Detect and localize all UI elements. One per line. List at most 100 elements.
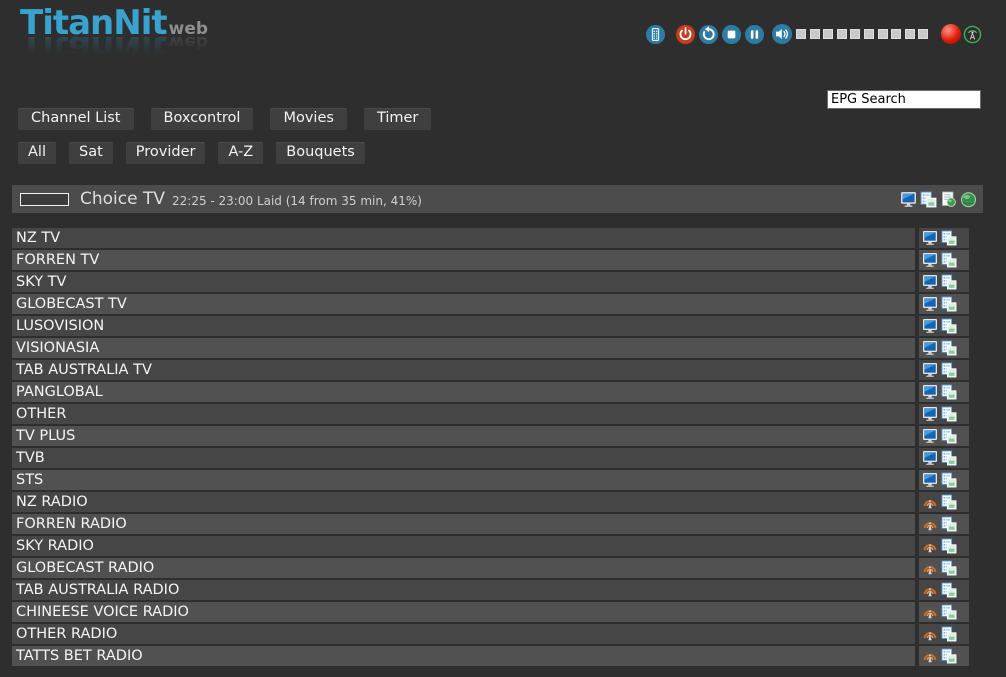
channel-bar[interactable]: NZ RADIO [12,492,915,512]
web-globe-icon[interactable] [960,191,977,208]
playlist-icon[interactable] [941,604,957,620]
tv-icon[interactable] [922,384,938,400]
channel-actions [919,448,969,468]
nav-channel-list[interactable]: Channel List [18,108,134,130]
radio-icon[interactable] [922,516,938,532]
channel-bar[interactable]: TV PLUS [12,426,915,446]
channel-bar[interactable]: STS [12,470,915,490]
radio-icon[interactable] [922,494,938,510]
volume-segment[interactable] [918,29,928,39]
remote-control-icon[interactable] [645,24,666,45]
channel-bar[interactable]: TAB AUSTRALIA TV [12,360,915,380]
playlist-icon[interactable] [920,191,937,208]
tv-icon[interactable] [922,340,938,356]
playlist-icon[interactable] [941,318,957,334]
playlist-icon[interactable] [941,362,957,378]
channel-bar[interactable]: PANGLOBAL [12,382,915,402]
tv-icon[interactable] [922,274,938,290]
epg-doc-icon[interactable] [940,191,957,208]
radio-icon[interactable] [922,648,938,664]
channel-row: PANGLOBAL [12,382,969,402]
playlist-icon[interactable] [941,230,957,246]
tv-icon[interactable] [922,230,938,246]
tv-icon[interactable] [922,252,938,268]
filter-bouquets[interactable]: Bouquets [276,142,365,164]
volume-segment[interactable] [796,29,806,39]
channel-bar[interactable]: TATTS BET RADIO [12,646,915,666]
tv-icon[interactable] [922,406,938,422]
playlist-icon[interactable] [941,648,957,664]
radio-icon[interactable] [922,582,938,598]
channel-bar[interactable]: GLOBECAST TV [12,294,915,314]
volume-segment[interactable] [850,29,860,39]
playlist-icon[interactable] [941,582,957,598]
playlist-icon[interactable] [941,340,957,356]
volume-segment[interactable] [891,29,901,39]
filter-sat[interactable]: Sat [69,142,113,164]
filter-a-z[interactable]: A-Z [218,142,263,164]
channel-bar[interactable]: VISIONASIA [12,338,915,358]
playlist-icon[interactable] [941,252,957,268]
playlist-icon[interactable] [941,450,957,466]
epg-search-input[interactable] [827,90,981,109]
radio-icon[interactable] [922,604,938,620]
tv-icon[interactable] [922,318,938,334]
channel-name: FORREN TV [12,252,99,268]
volume-mute-icon[interactable] [771,23,793,45]
stop-icon[interactable] [721,24,742,45]
playlist-icon[interactable] [941,406,957,422]
tv-icon[interactable] [922,362,938,378]
channel-name: GLOBECAST TV [12,296,127,312]
channel-row: NZ RADIO [12,492,969,512]
channel-bar[interactable]: CHINEESE VOICE RADIO [12,602,915,622]
tv-icon[interactable] [922,472,938,488]
tv-icon[interactable] [922,428,938,444]
playlist-icon[interactable] [941,472,957,488]
volume-level-bar[interactable] [796,29,928,39]
channel-bar[interactable]: SKY RADIO [12,536,915,556]
radio-icon[interactable] [922,538,938,554]
channel-name: TATTS BET RADIO [12,648,143,664]
channel-row: OTHER [12,404,969,424]
volume-segment[interactable] [810,29,820,39]
channel-name: TV PLUS [12,428,75,444]
nav-movies[interactable]: Movies [270,108,346,130]
playlist-icon[interactable] [941,626,957,642]
channel-bar[interactable]: FORREN RADIO [12,514,915,534]
radio-icon[interactable] [922,626,938,642]
channel-bar[interactable]: NZ TV [12,228,915,248]
filter-all[interactable]: All [18,142,56,164]
channel-actions [919,514,969,534]
tv-icon[interactable] [922,450,938,466]
playlist-icon[interactable] [941,274,957,290]
playlist-icon[interactable] [941,516,957,532]
channel-bar[interactable]: FORREN TV [12,250,915,270]
volume-segment[interactable] [864,29,874,39]
channel-bar[interactable]: SKY TV [12,272,915,292]
volume-segment[interactable] [905,29,915,39]
power-icon[interactable] [675,24,696,45]
channel-bar[interactable]: TAB AUSTRALIA RADIO [12,580,915,600]
playlist-icon[interactable] [941,296,957,312]
channel-bar[interactable]: GLOBECAST RADIO [12,558,915,578]
playlist-icon[interactable] [941,560,957,576]
nav-timer[interactable]: Timer [364,108,431,130]
volume-segment[interactable] [837,29,847,39]
volume-segment[interactable] [823,29,833,39]
pause-icon[interactable] [744,24,765,45]
radio-icon[interactable] [922,560,938,576]
screen-icon[interactable] [900,191,917,208]
channel-bar[interactable]: OTHER RADIO [12,624,915,644]
tv-icon[interactable] [922,296,938,312]
channel-bar[interactable]: LUSOVISION [12,316,915,336]
playlist-icon[interactable] [941,384,957,400]
playlist-icon[interactable] [941,538,957,554]
filter-provider[interactable]: Provider [126,142,206,164]
playlist-icon[interactable] [941,428,957,444]
reload-icon[interactable] [698,24,719,45]
playlist-icon[interactable] [941,494,957,510]
volume-segment[interactable] [878,29,888,39]
nav-boxcontrol[interactable]: Boxcontrol [151,108,254,130]
channel-bar[interactable]: OTHER [12,404,915,424]
channel-bar[interactable]: TVB [12,448,915,468]
